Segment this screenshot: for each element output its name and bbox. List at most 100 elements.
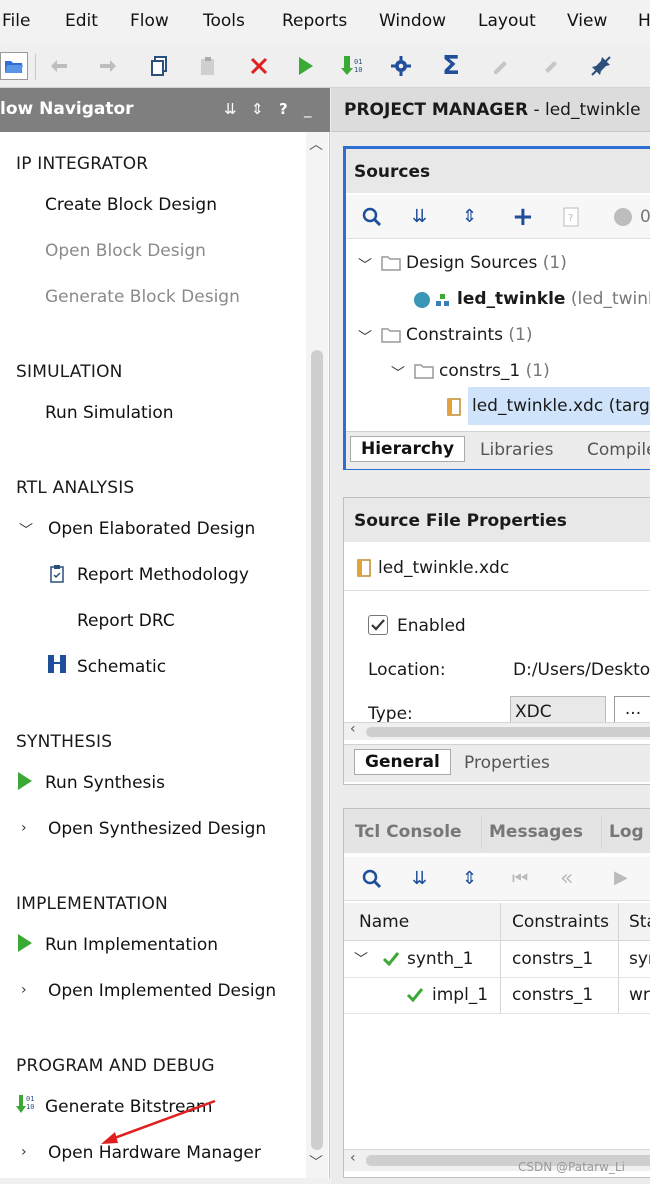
scroll-down-icon[interactable]: ﹀ <box>309 1152 323 1172</box>
run-implementation-play-icon <box>17 933 33 958</box>
scroll-up-icon[interactable]: ︿ <box>309 134 323 154</box>
chevron-down-icon[interactable]: ﹀ <box>358 327 372 347</box>
chevron-down-icon[interactable]: ﹀ <box>19 520 33 540</box>
collapse-all-icon[interactable]: ⇊ <box>224 100 237 118</box>
schematic-link[interactable]: Schematic <box>77 657 166 677</box>
horizontal-scrollbar[interactable]: ‹ <box>344 721 650 740</box>
open-block-design-link[interactable]: Open Block Design <box>45 241 206 261</box>
delete-icon[interactable] <box>245 52 273 80</box>
marker-icon[interactable] <box>537 52 565 80</box>
previous-page-icon[interactable]: « <box>560 866 573 891</box>
report-drc-link[interactable]: Report DRC <box>77 611 175 631</box>
undo-icon[interactable] <box>45 52 73 80</box>
title-separator: - <box>533 100 540 120</box>
tab-hierarchy[interactable]: Hierarchy <box>350 436 466 462</box>
collapse-all-icon[interactable]: ⇊ <box>412 206 427 227</box>
chevron-right-icon[interactable]: › <box>21 820 27 836</box>
tab-tcl-console[interactable]: Tcl Console <box>355 822 462 842</box>
scroll-left-icon[interactable]: ‹ <box>350 721 356 737</box>
run-icon[interactable] <box>291 52 319 80</box>
design-sources-node[interactable]: Design Sources (1) <box>406 253 567 273</box>
main-toolbar: 01 10 Σ <box>0 44 650 88</box>
location-value: D:/Users/Desktop <box>513 660 650 680</box>
constrs-1-node[interactable]: constrs_1 (1) <box>439 361 550 381</box>
menu-layout[interactable]: Layout <box>478 11 536 31</box>
expand-all-icon[interactable]: ⇕ <box>462 206 477 227</box>
sigma-icon[interactable]: Σ <box>437 52 465 80</box>
menu-window[interactable]: Window <box>379 11 446 31</box>
open-synthesized-design-link[interactable]: Open Synthesized Design <box>48 819 266 839</box>
menu-edit[interactable]: Edit <box>65 11 98 31</box>
menu-view[interactable]: View <box>567 11 607 31</box>
settings-gear-icon[interactable] <box>387 52 415 80</box>
tab-log[interactable]: Log <box>609 822 644 842</box>
help-icon[interactable]: ? <box>279 100 288 118</box>
menu-file[interactable]: File <box>2 11 30 31</box>
generate-bitstream-icon[interactable]: 01 10 <box>338 52 366 80</box>
section-rtl-analysis: RTL ANALYSIS <box>16 478 135 498</box>
tab-general[interactable]: General <box>354 749 451 775</box>
minimize-icon[interactable]: _ <box>304 100 312 118</box>
xdc-file-icon <box>357 559 371 582</box>
constraints-node[interactable]: Constraints (1) <box>406 325 533 345</box>
column-name[interactable]: Name <box>359 912 409 932</box>
chevron-down-icon[interactable]: ﹀ <box>391 363 405 383</box>
scrollbar-thumb[interactable] <box>311 350 323 1150</box>
menu-help[interactable]: H <box>638 11 650 31</box>
chevron-right-icon[interactable]: › <box>21 1144 27 1160</box>
scroll-left-icon[interactable]: ‹ <box>350 1150 356 1166</box>
column-constraints[interactable]: Constraints <box>512 912 609 932</box>
tab-libraries[interactable]: Libraries <box>480 440 553 460</box>
tab-messages[interactable]: Messages <box>489 822 583 842</box>
copy-icon[interactable] <box>145 52 173 80</box>
tab-compile-order[interactable]: Compile <box>587 440 650 460</box>
section-program-and-debug: PROGRAM AND DEBUG <box>16 1056 215 1076</box>
run-constraints: constrs_1 <box>512 949 594 969</box>
collapse-all-icon[interactable]: ⇊ <box>412 868 427 889</box>
search-icon[interactable] <box>362 207 382 232</box>
expand-all-icon[interactable]: ⇕ <box>462 868 477 889</box>
run-name: impl_1 <box>432 985 489 1005</box>
file-question-icon[interactable]: ? <box>563 207 579 232</box>
sources-toolbar: ⇊ ⇕ + ? 0 <box>346 195 650 239</box>
flow-navigator-title: low Navigator <box>0 99 134 119</box>
type-value-field[interactable]: XDC <box>510 696 606 724</box>
chevron-down-icon[interactable]: ﹀ <box>354 949 368 969</box>
generate-block-design-link[interactable]: Generate Block Design <box>45 287 240 307</box>
chevron-down-icon[interactable]: ﹀ <box>358 255 372 275</box>
chevron-right-icon[interactable]: › <box>21 982 27 998</box>
table-row[interactable]: ﹀ synth_1 constrs_1 syn <box>344 941 650 977</box>
section-implementation: IMPLEMENTATION <box>16 894 168 914</box>
run-synthesis-link[interactable]: Run Synthesis <box>45 773 165 793</box>
menu-reports[interactable]: Reports <box>282 11 347 31</box>
browse-button[interactable]: ... <box>614 696 650 724</box>
generate-bitstream-icon: 01 10 <box>15 1094 37 1121</box>
paste-icon[interactable] <box>194 52 222 80</box>
report-methodology-link[interactable]: Report Methodology <box>77 565 249 585</box>
add-source-icon[interactable]: + <box>512 202 534 232</box>
open-project-icon[interactable] <box>0 52 28 80</box>
redo-icon[interactable] <box>94 52 122 80</box>
svg-text:10: 10 <box>354 66 362 74</box>
unpin-icon[interactable] <box>587 52 615 80</box>
xdc-file-node[interactable]: led_twinkle.xdc (target <box>468 387 650 425</box>
scrollbar-thumb[interactable] <box>366 727 650 737</box>
run-implementation-link[interactable]: Run Implementation <box>45 935 218 955</box>
enabled-checkbox[interactable] <box>368 615 388 635</box>
properties-title: Source File Properties <box>354 511 567 531</box>
top-module-node[interactable]: led_twinkle (led_twinkle <box>457 289 650 309</box>
table-row[interactable]: impl_1 constrs_1 wri <box>344 977 650 1013</box>
create-block-design-link[interactable]: Create Block Design <box>45 195 217 215</box>
expand-all-icon[interactable]: ⇕ <box>251 100 264 118</box>
open-implemented-design-link[interactable]: Open Implemented Design <box>48 981 276 1001</box>
search-icon[interactable] <box>362 869 382 894</box>
edit-pen-icon[interactable] <box>487 52 515 80</box>
column-status[interactable]: Sta <box>629 912 650 932</box>
next-page-icon[interactable]: ▶ <box>614 867 628 888</box>
run-simulation-link[interactable]: Run Simulation <box>45 403 174 423</box>
first-page-icon[interactable]: ⏮ <box>512 868 528 889</box>
open-elaborated-design-link[interactable]: Open Elaborated Design <box>48 519 255 539</box>
menu-flow[interactable]: Flow <box>130 11 169 31</box>
tab-properties[interactable]: Properties <box>464 753 550 773</box>
menu-tools[interactable]: Tools <box>203 11 245 31</box>
